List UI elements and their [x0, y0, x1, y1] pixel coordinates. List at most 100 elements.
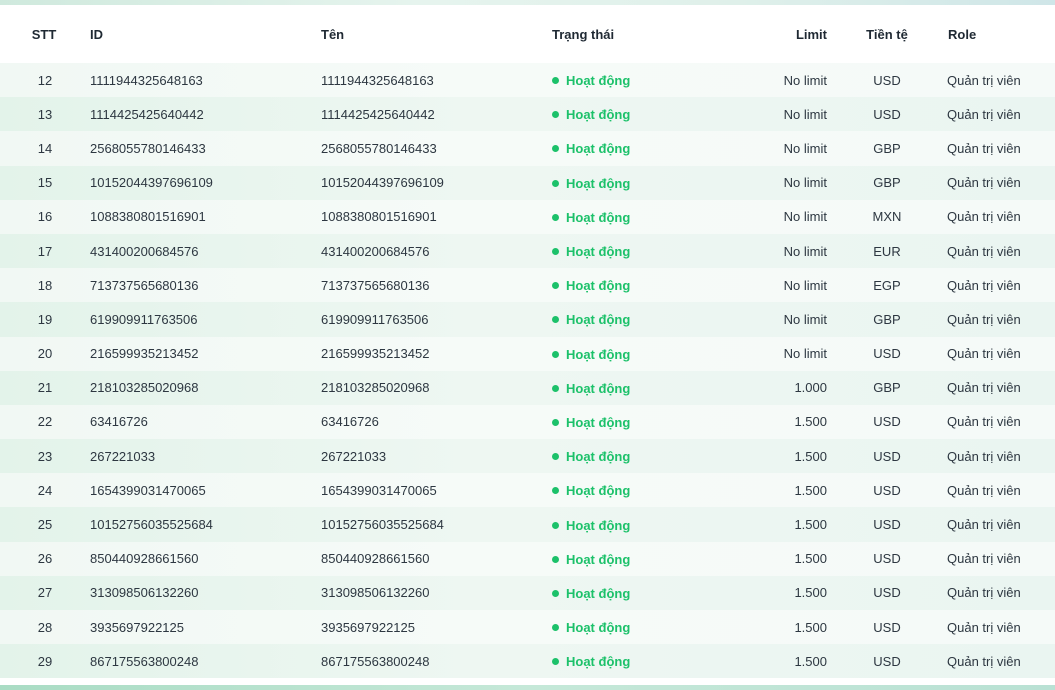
cell-id: 63416726: [90, 414, 148, 430]
column-header-stt[interactable]: STT: [0, 5, 90, 63]
cell-id: 3935697922125: [90, 619, 184, 635]
status-dot-icon: [552, 316, 559, 324]
table-row[interactable]: 18 713737565680136 713737565680136 Hoạt độn…: [0, 268, 1055, 303]
column-header-currency[interactable]: Tiền tệ: [827, 5, 947, 63]
table-row[interactable]: 24 1654399031470065 1654399031470065 Hoạt đ…: [0, 473, 1055, 508]
cell-limit: No limit: [783, 209, 827, 225]
cell-currency: GBP: [873, 140, 901, 156]
cell-status: Hoạt động: [552, 507, 737, 541]
table-row[interactable]: 15 10152044397696109 10152044397696109 Hoạt…: [0, 165, 1055, 200]
cell-role: Quản trị viên: [947, 448, 1021, 464]
header-row: STT ID Tên Trạng thái Limit Tiền tệ Role: [0, 5, 1055, 63]
status-label: Hoạt động: [566, 278, 631, 294]
cell-stt: 19: [37, 311, 53, 327]
cell-status: Hoạt động: [552, 439, 737, 473]
table-row[interactable]: 20 216599935213452 216599935213452 Hoạt độn…: [0, 336, 1055, 371]
cell-limit: 1.500: [794, 482, 827, 498]
column-header-status[interactable]: Trạng thái: [552, 5, 737, 63]
cell-role: Quản trị viên: [947, 106, 1021, 122]
cell-currency: EGP: [873, 277, 901, 293]
cell-status: Hoạt động: [552, 473, 737, 507]
cell-role: Quản trị viên: [947, 140, 1021, 156]
status-dot-icon: [552, 213, 559, 221]
cell-status: Hoạt động: [552, 234, 737, 268]
table-row[interactable]: 28 3935697922125 3935697922125 Hoạt động 1.5…: [0, 610, 1055, 645]
cell-status: Hoạt động: [552, 576, 737, 610]
table-row[interactable]: 16 1088380801516901 1088380801516901 Hoạt đ…: [0, 199, 1055, 234]
cell-status: Hoạt động: [552, 166, 737, 200]
status-label: Hoạt động: [566, 244, 631, 260]
table-row[interactable]: 25 10152756035525684 10152756035525684 Hoạt…: [0, 507, 1055, 542]
cell-name: 867175563800248: [321, 653, 430, 669]
cell-stt: 20: [37, 346, 53, 362]
status-dot-icon: [552, 282, 559, 290]
cell-currency: GBP: [873, 380, 901, 396]
cell-limit: No limit: [783, 106, 827, 122]
status-dot-icon: [552, 555, 559, 563]
status-badge: Hoạt động: [552, 620, 630, 635]
status-badge: Hoạt động: [552, 449, 630, 464]
cell-limit: 1.500: [794, 448, 827, 464]
cell-status: Hoạt động: [552, 610, 737, 644]
accounts-table: STT ID Tên Trạng thái Limit Tiền tệ Role…: [0, 5, 1055, 679]
table-row[interactable]: 14 2568055780146433 2568055780146433 Hoạt đ…: [0, 131, 1055, 166]
cell-name: 10152044397696109: [321, 175, 444, 191]
table-row[interactable]: 29 867175563800248 867175563800248 Hoạt độn…: [0, 644, 1055, 679]
status-label: Hoạt động: [566, 517, 631, 533]
cell-stt: 21: [37, 380, 53, 396]
cell-limit: 1.000: [794, 380, 827, 396]
cell-role: Quản trị viên: [947, 517, 1021, 533]
cell-id: 431400200684576: [90, 243, 199, 259]
cell-currency: USD: [873, 653, 901, 669]
cell-limit: No limit: [783, 277, 827, 293]
cell-stt: 26: [37, 551, 53, 567]
cell-status: Hoạt động: [552, 542, 737, 576]
table-row[interactable]: 23 267221033 267221033 Hoạt động 1.500 USD Quả…: [0, 439, 1055, 474]
cell-role: Quản trị viên: [947, 414, 1021, 430]
cell-id: 2568055780146433: [90, 140, 206, 156]
cell-role: Quản trị viên: [947, 619, 1021, 635]
column-header-limit[interactable]: Limit: [737, 5, 827, 63]
cell-status: Hoạt động: [552, 302, 737, 336]
status-badge: Hoạt động: [552, 518, 630, 533]
cell-id: 1654399031470065: [90, 482, 206, 498]
cell-name: 3935697922125: [321, 619, 415, 635]
cell-currency: USD: [873, 346, 901, 362]
cell-status: Hoạt động: [552, 131, 737, 165]
status-label: Hoạt động: [566, 107, 631, 123]
column-header-name[interactable]: Tên: [321, 5, 552, 63]
cell-name: 218103285020968: [321, 380, 430, 396]
cell-name: 313098506132260: [321, 585, 430, 601]
cell-name: 216599935213452: [321, 346, 430, 362]
cell-stt: 14: [37, 140, 53, 156]
cell-name: 1088380801516901: [321, 209, 437, 225]
table-row[interactable]: 27 313098506132260 313098506132260 Hoạt độn…: [0, 575, 1055, 610]
status-label: Hoạt động: [566, 346, 631, 362]
column-header-id[interactable]: ID: [90, 5, 321, 63]
cell-stt: 18: [37, 277, 53, 293]
status-badge: Hoạt động: [552, 415, 630, 430]
table-row[interactable]: 26 850440928661560 850440928661560 Hoạt độn…: [0, 541, 1055, 576]
accounts-table-container[interactable]: STT ID Tên Trạng thái Limit Tiền tệ Role…: [0, 5, 1055, 685]
cell-stt: 15: [37, 175, 53, 191]
cell-limit: No limit: [783, 72, 827, 88]
status-badge: Hoạt động: [552, 586, 630, 601]
cell-id: 10152756035525684: [90, 517, 213, 533]
table-row[interactable]: 13 1114425425640442 1114425425640442 Hoạt đ…: [0, 97, 1055, 132]
column-header-role[interactable]: Role: [947, 5, 1055, 63]
cell-id: 713737565680136: [90, 277, 199, 293]
table-row[interactable]: 12 1111944325648163 1111944325648163 Hoạt đ…: [0, 63, 1055, 98]
table-row[interactable]: 19 619909911763506 619909911763506 Hoạt độn…: [0, 302, 1055, 337]
status-dot-icon: [552, 111, 559, 119]
status-dot-icon: [552, 624, 559, 632]
table-row[interactable]: 22 63416726 63416726 Hoạt động 1.500 USD Quản …: [0, 404, 1055, 440]
cell-role: Quản trị viên: [947, 277, 1021, 293]
cell-stt: 27: [37, 585, 53, 601]
cell-role: Quản trị viên: [947, 311, 1021, 327]
table-row[interactable]: 21 218103285020968 218103285020968 Hoạt độn…: [0, 370, 1055, 405]
table-row[interactable]: 17 431400200684576 431400200684576 Hoạt độn…: [0, 233, 1055, 269]
cell-name: 619909911763506: [321, 311, 429, 327]
cell-role: Quản trị viên: [947, 72, 1021, 88]
status-label: Hoạt động: [566, 73, 631, 89]
cell-role: Quản trị viên: [947, 482, 1021, 498]
